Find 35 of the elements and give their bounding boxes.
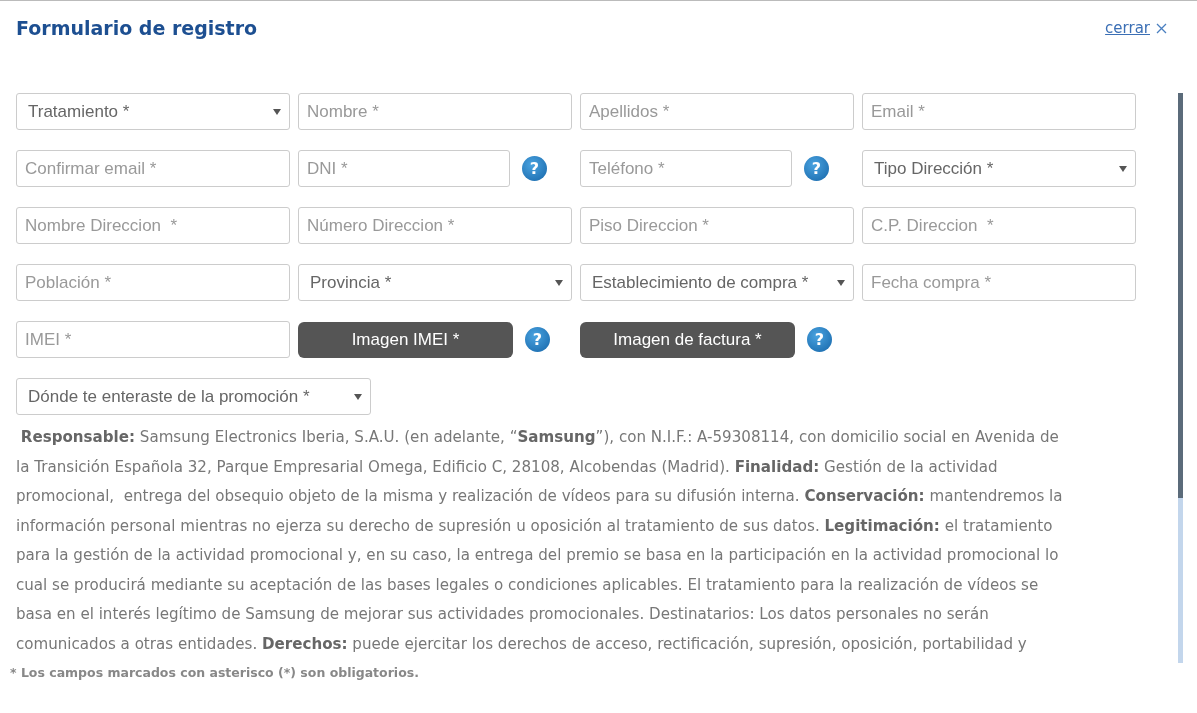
upload-button[interactable]: Imagen IMEI * — [298, 321, 513, 358]
input-field[interactable]: Población * — [16, 264, 290, 301]
close-link[interactable]: cerrar — [1105, 19, 1150, 37]
input-field[interactable]: Número Direccion * — [298, 207, 572, 244]
select-field[interactable]: Provincia * — [298, 264, 572, 301]
input-field[interactable]: Nombre Direccion * — [16, 207, 290, 244]
help-icon[interactable]: ? — [807, 327, 832, 352]
input-field[interactable]: Email * — [862, 93, 1136, 130]
input-field[interactable]: C.P. Direccion * — [862, 207, 1136, 244]
dialog-title: Formulario de registro — [16, 17, 258, 39]
select-field[interactable]: Tipo Dirección * — [862, 150, 1136, 187]
help-icon[interactable]: ? — [522, 156, 547, 181]
input-field[interactable]: Teléfono * — [580, 150, 792, 187]
privacy-text: Responsable: Samsung Electronics Iberia, S.A.U. (en adelante, “Samsung”), con N.I.F.: A-59308114, con domicilio social en Avenida de la Transición Española 32, Parque Empresarial Omega, Edificio C, 28108, Alcobendas (Madrid). Finalidad: Gestión de la actividad promocional, entrega del obsequio objeto de la misma y realización de vídeos para su difusión interna. Conservación: mantendremos la información personal mientras no ejerza su derecho de supresión u oposición al tratamiento de sus datos. Legitimación: el tratamiento para la gestión de la actividad promocional y, en su caso, la entrega del premio se basa en la participación en la actividad promocional lo cual se producirá mediante su aceptación de las bases legales o condiciones aplicables. El tratamiento para la realización de vídeos se basa en el interés legítimo de Samsung de mejorar sus actividades promocionales. Destinatarios: Los datos personales no serán comunicados a otras entidades. Derechos: puede ejercitar los derechos de acceso, rectificación, supresión, oposición, portabilidad y — [16, 427, 1064, 655]
caret-icon — [555, 279, 563, 286]
input-field[interactable]: Confirmar email * — [16, 150, 290, 187]
input-field[interactable]: IMEI * — [16, 321, 290, 358]
input-field[interactable]: Fecha compra * — [862, 264, 1136, 301]
close-icon[interactable] — [1156, 22, 1167, 34]
caret-icon — [1119, 165, 1127, 172]
select-field[interactable]: Establecimiento de compra * — [580, 264, 854, 301]
help-icon[interactable]: ? — [804, 156, 829, 181]
input-field[interactable]: Nombre * — [298, 93, 572, 130]
upload-button[interactable]: Imagen de factura * — [580, 321, 795, 358]
input-field[interactable]: Apellidos * — [580, 93, 854, 130]
caret-icon — [354, 393, 362, 400]
select-field[interactable]: Dónde te enteraste de la promoción * — [16, 378, 371, 415]
required-note: * Los campos marcados con asterisco (*) son obligatorios. — [10, 665, 420, 680]
help-icon[interactable]: ? — [525, 327, 550, 352]
input-field[interactable]: Piso Direccion * — [580, 207, 854, 244]
scrollbar[interactable] — [1178, 93, 1183, 663]
caret-icon — [837, 279, 845, 286]
caret-icon — [273, 108, 281, 115]
select-field[interactable]: Tratamiento * — [16, 93, 290, 130]
input-field[interactable]: DNI * — [298, 150, 510, 187]
